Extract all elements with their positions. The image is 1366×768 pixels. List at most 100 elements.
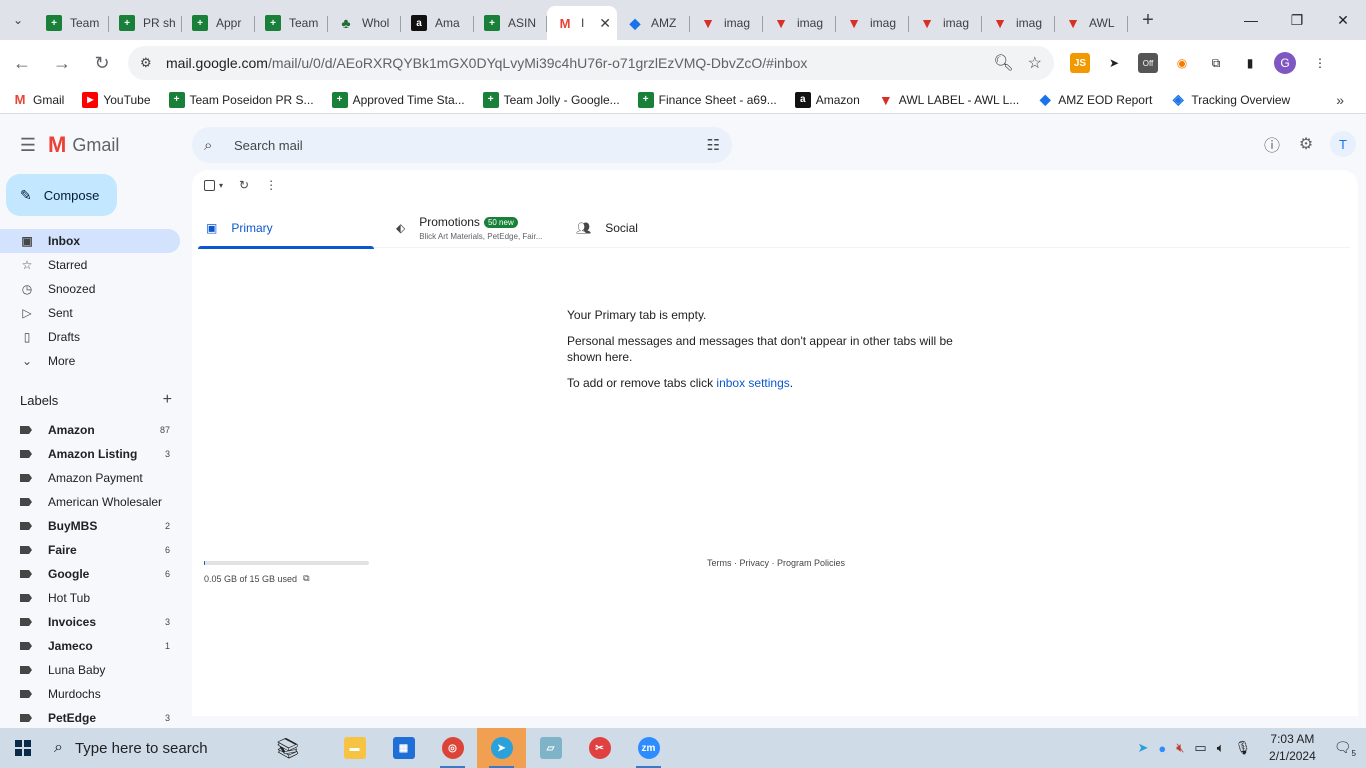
bookmark-star-icon[interactable]: ☆ bbox=[1028, 53, 1042, 73]
sidebar-item-starred[interactable]: ☆ Starred bbox=[0, 253, 180, 277]
bookmark-item[interactable]: + Finance Sheet - a69... bbox=[637, 91, 777, 108]
close-tab-icon[interactable]: ✕ bbox=[599, 15, 611, 32]
zoom-taskbar-button[interactable]: zm bbox=[624, 728, 673, 768]
sidebar-item-snoozed[interactable]: ◷ Snoozed bbox=[0, 277, 180, 301]
label-item[interactable]: Amazon Payment bbox=[0, 466, 180, 490]
puzzle-extensions-icon[interactable]: ⧉ bbox=[1206, 53, 1226, 73]
select-dropdown-icon[interactable]: ▾ bbox=[219, 181, 223, 190]
main-menu-icon[interactable]: ☰ bbox=[8, 135, 48, 156]
browser-tab[interactable]: + Appr bbox=[182, 8, 255, 38]
refresh-icon[interactable]: ↻ bbox=[239, 178, 249, 192]
bookmark-item[interactable]: ◈ Tracking Overview bbox=[1170, 91, 1290, 108]
tab-search-chevron-icon[interactable]: ⌄ bbox=[0, 0, 36, 40]
site-info-icon[interactable]: ⚙ bbox=[140, 55, 160, 71]
footer-links[interactable]: Terms · Privacy · Program Policies bbox=[707, 558, 845, 568]
bookmark-item[interactable]: ▼ AWL LABEL - AWL L... bbox=[878, 92, 1019, 108]
taskbar-search[interactable]: ⌕ Type here to search bbox=[46, 728, 246, 768]
browser-tab[interactable]: M I ✕ bbox=[547, 6, 617, 40]
minimize-button[interactable]: — bbox=[1228, 0, 1274, 40]
tab-primary[interactable]: ▣ Primary bbox=[198, 208, 374, 249]
browser-tab[interactable]: ♣ Whol bbox=[328, 8, 401, 38]
books-widget-icon[interactable]: 📚︎ bbox=[246, 728, 330, 768]
address-bar[interactable]: ⚙ mail.google.com/mail/u/0/d/AEoRXRQYBk1… bbox=[128, 46, 1054, 80]
browser-tab[interactable]: ▼ imag bbox=[909, 8, 982, 38]
label-item[interactable]: BuyMBS 2 bbox=[0, 514, 180, 538]
add-label-icon[interactable]: + bbox=[163, 391, 172, 409]
inbox-settings-link[interactable]: inbox settings bbox=[716, 376, 789, 390]
browser-tab[interactable]: + ASIN bbox=[474, 8, 547, 38]
bookmark-item[interactable]: a Amazon bbox=[794, 91, 860, 108]
tab-promotions[interactable]: ⬖ Promotions 50 new Blick Art Materials, … bbox=[374, 208, 564, 248]
more-options-icon[interactable]: ⋮ bbox=[265, 178, 277, 192]
restore-button[interactable]: ❐ bbox=[1274, 0, 1320, 40]
search-icon[interactable]: ⌕ bbox=[204, 137, 226, 154]
label-item[interactable]: Google 6 bbox=[0, 562, 180, 586]
zoom-tray-icon[interactable]: ● bbox=[1158, 741, 1166, 756]
microsoft-store-taskbar-button[interactable]: ▦ bbox=[379, 728, 428, 768]
browser-tab[interactable]: ▼ imag bbox=[690, 8, 763, 38]
bookmark-item[interactable]: + Approved Time Sta... bbox=[331, 91, 465, 108]
browser-tab[interactable]: ▼ imag bbox=[763, 8, 836, 38]
new-tab-button[interactable]: + bbox=[1128, 9, 1168, 32]
browser-tab[interactable]: ▼ imag bbox=[836, 8, 909, 38]
browser-menu-icon[interactable]: ⋮ bbox=[1310, 53, 1330, 73]
sidebar-item-sent[interactable]: ▷ Sent bbox=[0, 301, 180, 325]
close-window-button[interactable]: ✕ bbox=[1320, 0, 1366, 40]
zoom-search-icon[interactable]: 🔍︎ bbox=[993, 53, 1013, 73]
compose-button[interactable]: ✎ Compose bbox=[6, 174, 117, 216]
open-external-icon[interactable]: ⧉ bbox=[303, 573, 309, 584]
browser-tab[interactable]: ▼ imag bbox=[982, 8, 1055, 38]
bookmark-item[interactable]: + Team Poseidon PR S... bbox=[168, 91, 314, 108]
network-icon[interactable]: ▭ bbox=[1194, 740, 1206, 756]
profile-avatar[interactable]: G bbox=[1274, 52, 1296, 74]
back-button[interactable]: ← bbox=[4, 45, 40, 81]
start-button[interactable] bbox=[0, 728, 46, 768]
file-explorer-taskbar-button[interactable]: ▬ bbox=[330, 728, 379, 768]
search-mail-box[interactable]: ⌕ Search mail ☷ bbox=[192, 127, 732, 163]
telegram-tray-icon[interactable]: ➤ bbox=[1137, 740, 1148, 756]
tab-social[interactable]: 👥︎ Social bbox=[564, 208, 704, 248]
js-extension-icon[interactable]: JS bbox=[1070, 53, 1090, 73]
support-icon[interactable]: ⓘ bbox=[1262, 134, 1282, 155]
microphone-icon[interactable]: 🎙︎ bbox=[1235, 740, 1252, 756]
browser-tab[interactable]: a Ama bbox=[401, 8, 474, 38]
notes-app-taskbar-button[interactable]: ▱ bbox=[526, 728, 575, 768]
settings-gear-icon[interactable]: ⚙ bbox=[1296, 134, 1316, 154]
browser-tab[interactable]: + Team bbox=[36, 8, 109, 38]
label-item[interactable]: Amazon Listing 3 bbox=[0, 442, 180, 466]
label-item[interactable]: Jameco 1 bbox=[0, 634, 180, 658]
chrome-taskbar-button[interactable]: ◎ bbox=[428, 728, 477, 768]
volume-muted-icon[interactable]: 🔇︎ bbox=[1176, 740, 1184, 756]
firefox-extension-icon[interactable]: ◉ bbox=[1172, 53, 1192, 73]
notifications-icon[interactable]: 🗨︎5 bbox=[1334, 739, 1356, 758]
browser-tab[interactable]: + PR sh bbox=[109, 8, 182, 38]
label-item[interactable]: Murdochs bbox=[0, 682, 180, 706]
label-item[interactable]: PetEdge 3 bbox=[0, 706, 180, 728]
label-item[interactable]: Invoices 3 bbox=[0, 610, 180, 634]
sidebar-item-inbox[interactable]: ▣ Inbox bbox=[0, 229, 180, 253]
forward-button[interactable]: → bbox=[44, 45, 80, 81]
telegram-taskbar-button[interactable]: ➤ bbox=[477, 728, 526, 768]
label-item[interactable]: Faire 6 bbox=[0, 538, 180, 562]
browser-tab[interactable]: + Team bbox=[255, 8, 328, 38]
reload-button[interactable]: ↻ bbox=[84, 45, 120, 81]
sidebar-item-more[interactable]: ⌄ More bbox=[0, 349, 180, 373]
browser-tab[interactable]: ▼ AWL bbox=[1055, 8, 1128, 38]
side-panel-icon[interactable]: ▮ bbox=[1240, 53, 1260, 73]
cursor-extension-icon[interactable]: ➤ bbox=[1104, 53, 1124, 73]
sidebar-item-drafts[interactable]: ▯ Drafts bbox=[0, 325, 180, 349]
label-item[interactable]: Hot Tub bbox=[0, 586, 180, 610]
url-text[interactable]: mail.google.com/mail/u/0/d/AEoRXRQYBk1mG… bbox=[166, 55, 807, 71]
bookmark-item[interactable]: ◆ AMZ EOD Report bbox=[1037, 91, 1152, 108]
more-bookmarks-chevron-icon[interactable]: » bbox=[1336, 92, 1344, 108]
off-extension-icon[interactable]: Off bbox=[1138, 53, 1158, 73]
select-all-checkbox[interactable]: ▾ bbox=[204, 179, 223, 191]
browser-tab[interactable]: ◆ AMZ bbox=[617, 8, 690, 38]
taskbar-clock[interactable]: 7:03 AM 2/1/2024 bbox=[1269, 731, 1316, 765]
bookmark-item[interactable]: M Gmail bbox=[12, 92, 65, 108]
label-item[interactable]: American Wholesaler bbox=[0, 490, 180, 514]
speaker-icon[interactable]: 🔈︎ bbox=[1217, 740, 1225, 756]
bookmark-item[interactable]: + Team Jolly - Google... bbox=[482, 91, 620, 108]
label-item[interactable]: Amazon 87 bbox=[0, 418, 180, 442]
search-input[interactable]: Search mail bbox=[234, 138, 303, 153]
